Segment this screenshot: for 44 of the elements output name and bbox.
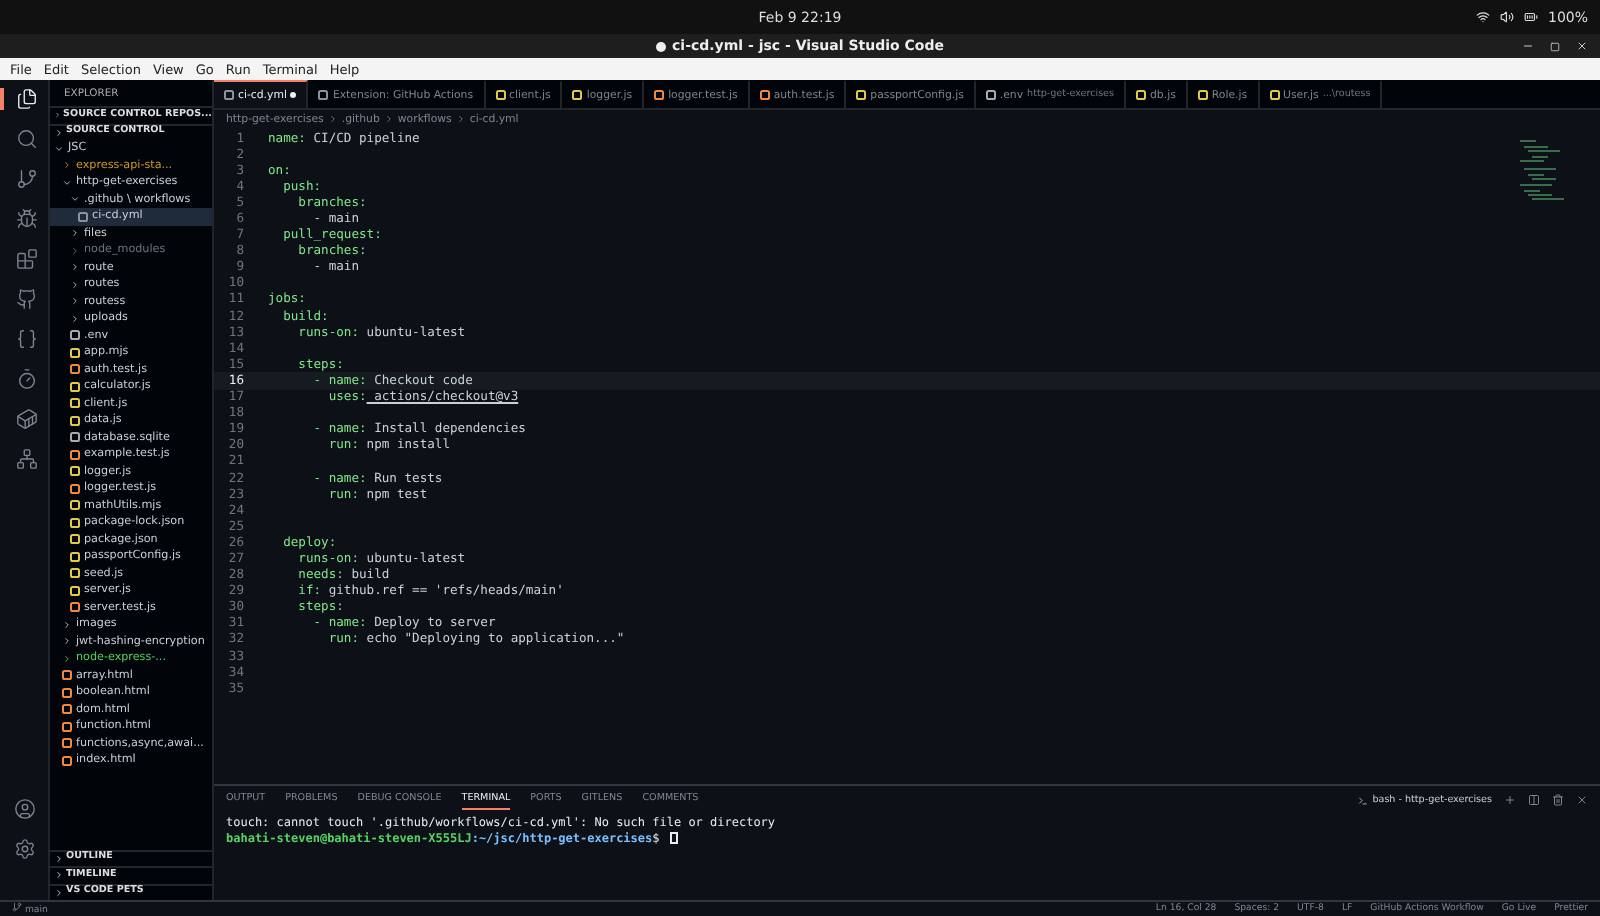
file-type-icon <box>495 90 506 100</box>
network-icon[interactable] <box>15 448 37 470</box>
file-type-icon <box>759 90 770 100</box>
speaker-icon[interactable] <box>1499 10 1514 24</box>
split-icon[interactable] <box>1528 794 1540 806</box>
chevron-right-icon <box>455 114 466 124</box>
braces-icon[interactable] <box>15 328 37 350</box>
close-icon[interactable] <box>1576 794 1588 806</box>
battery-icon[interactable] <box>1523 10 1538 24</box>
chevron-right-icon <box>383 114 394 124</box>
chevron-down-icon <box>54 143 64 154</box>
github-icon[interactable] <box>15 288 37 310</box>
plus-icon[interactable] <box>1504 794 1516 806</box>
minimize-icon[interactable] <box>1522 40 1534 52</box>
files-icon[interactable] <box>15 88 37 110</box>
container-icon[interactable] <box>15 408 37 430</box>
file-type-icon <box>78 211 88 222</box>
close-icon[interactable] <box>1576 40 1588 52</box>
settings-icon[interactable] <box>13 838 35 860</box>
file-type-icon <box>1136 90 1147 100</box>
unsaved-dot <box>290 92 297 98</box>
file-type-icon <box>1197 90 1208 100</box>
account-icon[interactable] <box>13 798 35 820</box>
file-type-icon <box>1269 90 1280 100</box>
branch-icon[interactable] <box>15 168 37 190</box>
timer-icon[interactable] <box>15 368 37 390</box>
file-type-icon <box>856 90 867 100</box>
chevron-right-icon <box>62 160 72 171</box>
cursor <box>670 832 679 844</box>
file-type-icon <box>572 90 583 100</box>
file-type-icon <box>224 90 234 100</box>
branch-icon <box>12 902 22 912</box>
blocks-icon[interactable] <box>15 248 37 270</box>
bug-icon[interactable] <box>15 208 37 230</box>
search-icon[interactable] <box>15 128 37 150</box>
minimap-drawing[interactable] <box>1520 140 1564 200</box>
wifi-icon[interactable] <box>1475 10 1490 24</box>
terminal-icon <box>1358 795 1369 805</box>
file-type-icon <box>318 90 329 100</box>
chevron-right-icon <box>327 114 338 124</box>
trash-icon[interactable] <box>1552 794 1564 806</box>
file-type-icon <box>654 90 665 100</box>
file-type-icon <box>985 90 996 100</box>
maximize-icon[interactable] <box>1550 41 1560 51</box>
